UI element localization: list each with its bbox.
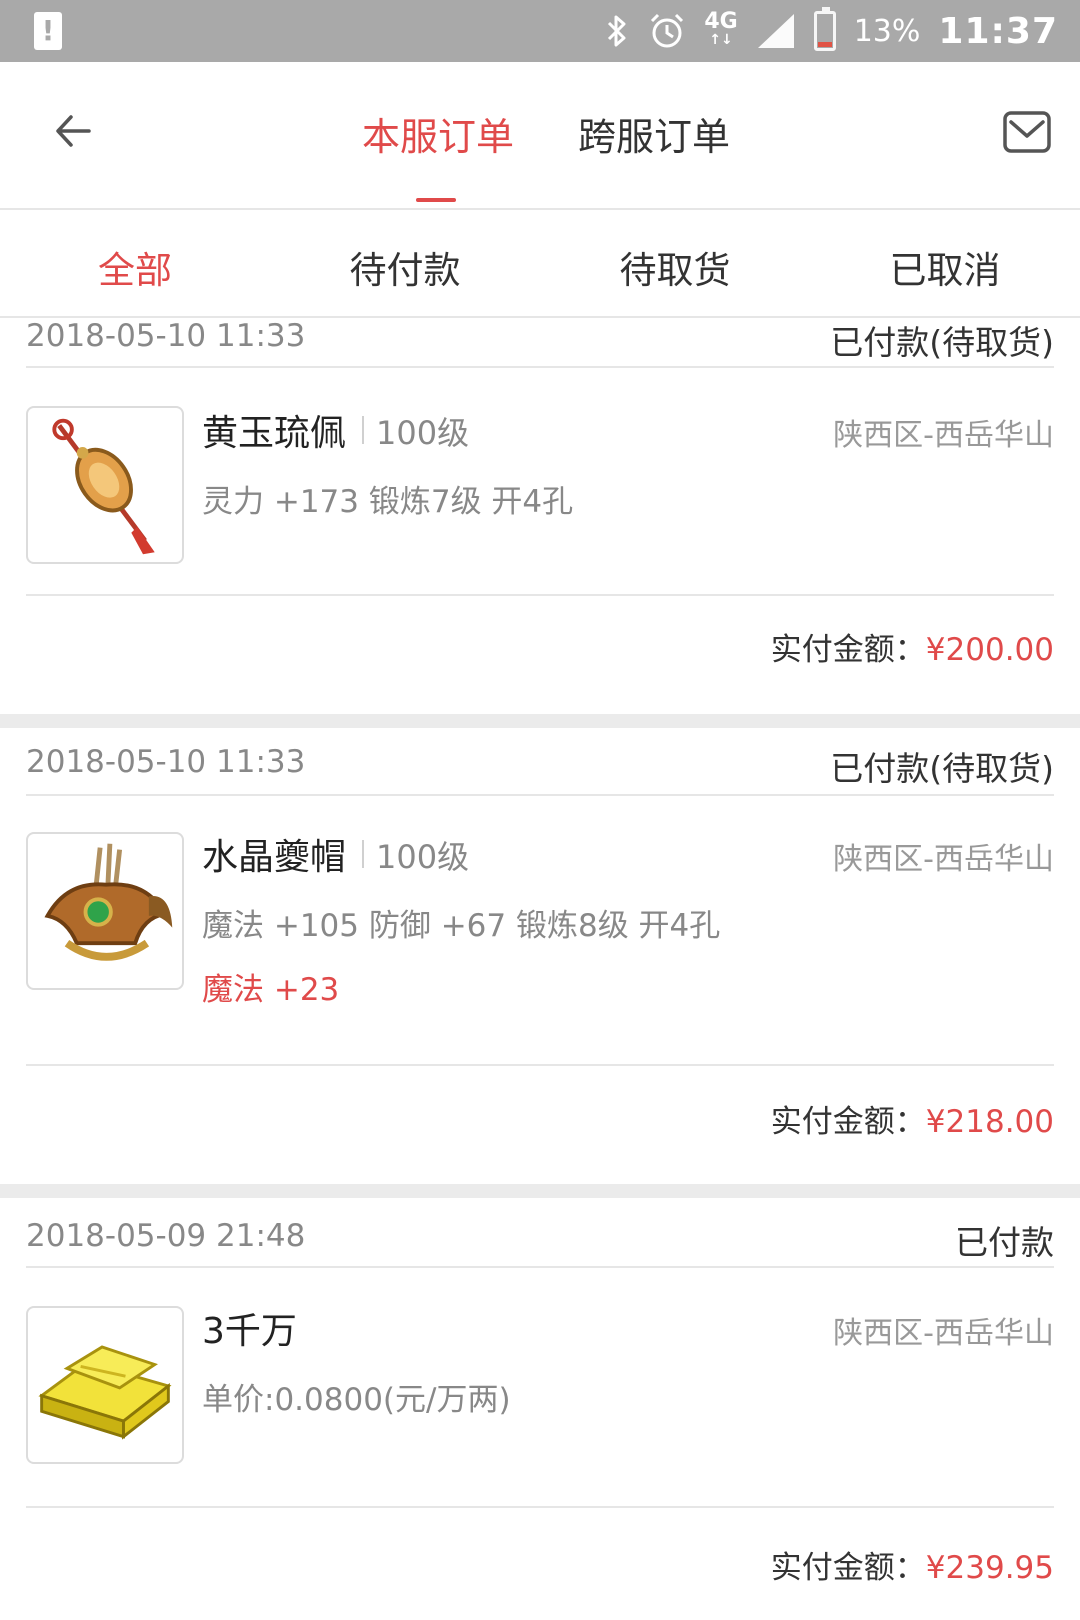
bluetooth-icon [608,15,626,47]
paid-amount-value: ¥200.00 [925,632,1054,668]
item-level: 100级 [376,838,470,876]
paid-amount-label: 实付金额： [770,1104,926,1140]
item-extra-attribute: 魔法 +23 [202,972,340,1008]
card-gap [0,714,1080,728]
divider [26,594,1054,596]
paid-amount-value: ¥218.00 [925,1104,1054,1140]
battery-icon [813,7,836,51]
network-label: 4G [704,9,738,34]
filter-all[interactable]: 全部 [0,240,270,294]
signal-icon [757,14,794,48]
order-type-tabs: 本服订单 跨服订单 [0,62,1080,210]
active-tab-indicator [416,198,456,202]
tab-cross-server-orders[interactable]: 跨服订单 [578,106,730,161]
server-name: 陕西区-西岳华山 [833,418,1054,453]
item-name: 水晶夔帽 [202,837,347,878]
order-card[interactable]: 2018-05-09 21:48 已付款 3千万 陕西区-西岳华山 单价:0.0… [0,1198,1080,1620]
item-thumbnail-helmet [26,832,184,990]
alert-icon [34,12,62,50]
4g-icon: 4G ↑↓ [704,9,738,49]
order-list: 2018-05-10 11:33 已付款(待取货) 黄玉琉佩 100级 陕西区-… [0,318,1080,1620]
gold-ingot-icon [38,1345,172,1440]
clock-time: 11:37 [938,10,1058,52]
paid-amount-row: 实付金额：¥218.00 [771,1096,1054,1141]
item-thumbnail-gold [26,1306,184,1464]
separator [362,840,364,868]
paid-amount-label: 实付金额： [770,632,926,668]
server-name: 陕西区-西岳华山 [833,842,1054,877]
filter-pending-pickup[interactable]: 待取货 [540,240,810,294]
order-card[interactable]: 2018-05-10 11:33 已付款(待取货) 水晶夔帽 100级 陕西区-… [0,728,1080,1184]
paid-amount-value: ¥239.95 [925,1550,1054,1586]
alarm-icon [651,13,684,48]
item-attributes: 灵力 +173 锻炼7级 开4孔 [202,484,574,520]
tab-local-orders[interactable]: 本服订单 [362,106,514,161]
order-status: 已付款 [955,1223,1054,1262]
filter-cancelled[interactable]: 已取消 [810,240,1080,294]
status-bar: 4G ↑↓ 13% 11:37 [0,0,1080,62]
jade-pendant-icon [52,418,155,555]
server-name: 陕西区-西岳华山 [833,1316,1054,1351]
card-gap [0,1184,1080,1198]
paid-amount-row: 实付金额：¥200.00 [771,624,1054,669]
order-card[interactable]: 2018-05-10 11:33 已付款(待取货) 黄玉琉佩 100级 陕西区-… [0,318,1080,714]
divider [26,1064,1054,1066]
divider [26,1506,1054,1508]
order-status: 已付款(待取货) [830,749,1054,788]
divider [26,794,1054,796]
order-filter-tabs: 全部 待付款 待取货 已取消 [0,212,1080,318]
filter-pending-payment[interactable]: 待付款 [270,240,540,294]
separator [362,416,364,444]
item-name: 3千万 [202,1311,297,1352]
paid-amount-label: 实付金额： [770,1550,926,1586]
crystal-helmet-icon [44,843,173,961]
paid-amount-row: 实付金额：¥239.95 [771,1542,1054,1587]
message-button[interactable] [1002,110,1052,154]
order-status: 已付款(待取货) [830,323,1054,362]
item-thumbnail-pendant [26,406,184,564]
order-date: 2018-05-09 21:48 [26,1218,306,1254]
mail-icon [1003,111,1051,153]
order-date: 2018-05-10 11:33 [26,744,306,780]
item-name: 黄玉琉佩 [202,413,347,454]
header: 本服订单 跨服订单 [0,62,1080,210]
battery-percent: 13% [853,13,921,49]
item-attributes: 魔法 +105 防御 +67 锻炼8级 开4孔 [202,908,721,944]
item-unit-price: 单价:0.0800(元/万两) [202,1382,511,1418]
divider [26,1266,1054,1268]
order-date: 2018-05-10 11:33 [26,318,306,354]
item-level: 100级 [376,414,470,452]
divider [26,366,1054,368]
